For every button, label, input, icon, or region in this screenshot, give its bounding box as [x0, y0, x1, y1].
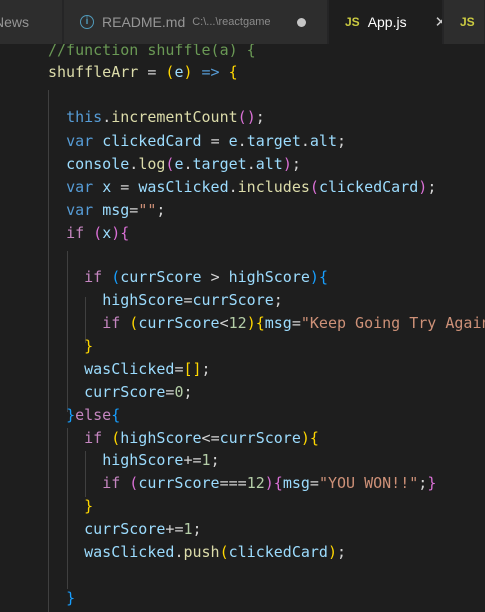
code-line: highScore=currScore; [102, 291, 283, 309]
code-line: console.log(e.target.alt); [66, 155, 301, 173]
code-line: if (x){ [66, 224, 130, 242]
code-line: if (currScore===12){msg="YOU WON!!";} [102, 474, 437, 492]
tab-app-js-label: App.js [367, 14, 407, 30]
code-line: currScore=0; [84, 383, 193, 401]
code-line: wasClicked.push(clickedCard); [84, 543, 347, 561]
code-line: highScore+=1; [102, 451, 220, 469]
code-editor[interactable]: //function shuffle(a) { shuffleArr = (e) … [0, 44, 485, 612]
js-icon: JS [460, 15, 475, 29]
code-line: this.incrementCount(); [66, 108, 265, 126]
tab-news[interactable]: News [0, 0, 63, 44]
code-line: var x = wasClicked.includes(clickedCard)… [66, 178, 437, 196]
close-icon[interactable]: ✕ [435, 13, 442, 31]
code-line: var clickedCard = e.target.alt; [66, 132, 347, 150]
code-line: shuffleArr = (e) => { [48, 63, 238, 81]
unsaved-dot-icon[interactable] [296, 17, 306, 27]
code-line: //function shuffle(a) { [48, 44, 256, 59]
code-line: currScore+=1; [84, 520, 202, 538]
code-line: } [66, 589, 76, 607]
editor-tab-bar: News i README.md C:\...\reactgame JS App… [0, 0, 485, 44]
code-line: if (highScore<=currScore){ [84, 429, 319, 447]
js-icon: JS [345, 15, 360, 29]
code-line: if (currScore > highScore){ [84, 268, 328, 286]
tab-news-label: News [0, 14, 30, 30]
code-line: } [84, 337, 94, 355]
tab-readme-label: README.md [102, 14, 186, 30]
code-line: }else{ [66, 406, 121, 424]
tab-js-file[interactable]: JS [444, 0, 485, 44]
code-line: var msg=""; [66, 201, 166, 219]
code-line: wasClicked=[]; [84, 360, 211, 378]
info-icon: i [80, 15, 94, 29]
code-line: } [84, 497, 94, 515]
tab-readme[interactable]: i README.md C:\...\reactgame [64, 0, 328, 44]
tab-app-js[interactable]: JS App.js ✕ [329, 0, 443, 44]
code-line: if (currScore<12){msg="Keep Going Try Ag… [102, 314, 485, 332]
tab-readme-path: C:\...\reactgame [192, 16, 271, 28]
